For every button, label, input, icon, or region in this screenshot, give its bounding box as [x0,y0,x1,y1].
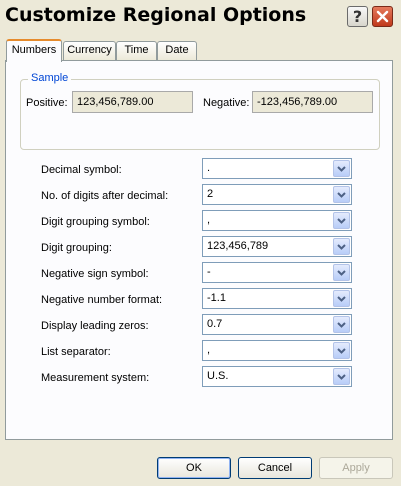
digit-grouping-symbol-combo[interactable]: , [202,210,352,231]
sample-group [20,79,380,150]
help-icon: ? [352,7,363,26]
tab-time[interactable]: Time [116,41,157,60]
list-separator-combo[interactable]: , [202,340,352,361]
close-icon [376,10,389,23]
negative-number-format-value: -1.1 [207,292,226,304]
dropdown-arrow-icon[interactable] [333,342,350,359]
leading-zeros-combo[interactable]: 0.7 [202,314,352,335]
digit-grouping-symbol-label: Digit grouping symbol: [41,216,150,228]
tab-bar: Numbers Currency Time Date [6,39,396,62]
digit-grouping-label: Digit grouping: [41,242,112,254]
dropdown-arrow-icon[interactable] [333,186,350,203]
positive-sample-field: 123,456,789.00 [72,91,193,113]
digits-after-decimal-label: No. of digits after decimal: [41,190,169,202]
dropdown-arrow-icon[interactable] [333,212,350,229]
measurement-system-value: U.S. [207,370,229,382]
negative-number-format-combo[interactable]: -1.1 [202,288,352,309]
dropdown-arrow-icon[interactable] [333,290,350,307]
digits-after-decimal-value: 2 [207,188,214,200]
list-separator-value: , [207,344,211,356]
decimal-symbol-combo[interactable]: . [202,158,352,179]
digit-grouping-symbol-value: , [207,214,211,226]
digit-grouping-value: 123,456,789 [207,240,269,252]
tab-numbers[interactable]: Numbers [6,39,62,62]
negative-sign-symbol-combo[interactable]: - [202,262,352,283]
help-button[interactable]: ? [347,6,368,27]
apply-button[interactable]: Apply [319,457,393,479]
tab-currency[interactable]: Currency [63,41,116,60]
negative-number-format-label: Negative number format: [41,294,163,306]
ok-button[interactable]: OK [157,457,231,479]
window-title: Customize Regional Options [5,4,307,26]
list-separator-label: List separator: [41,346,111,358]
leading-zeros-label: Display leading zeros: [41,320,149,332]
digit-grouping-combo[interactable]: 123,456,789 [202,236,352,257]
leading-zeros-value: 0.7 [207,318,223,330]
dropdown-arrow-icon[interactable] [333,368,350,385]
tab-date[interactable]: Date [157,41,197,60]
positive-label: Positive: [26,97,68,109]
dropdown-arrow-icon[interactable] [333,264,350,281]
negative-sign-symbol-value: - [207,266,211,278]
dropdown-arrow-icon[interactable] [333,316,350,333]
decimal-symbol-label: Decimal symbol: [41,164,122,176]
negative-label: Negative: [203,97,250,109]
title-bar: Customize Regional Options ? [0,0,401,34]
negative-sign-symbol-label: Negative sign symbol: [41,268,149,280]
negative-sample-field: -123,456,789.00 [252,91,373,113]
dropdown-arrow-icon[interactable] [333,160,350,177]
measurement-system-combo[interactable]: U.S. [202,366,352,387]
close-button[interactable] [372,6,393,27]
measurement-system-label: Measurement system: [41,372,150,384]
cancel-button[interactable]: Cancel [238,457,312,479]
sample-group-label: Sample [28,72,72,84]
decimal-symbol-value: . [207,162,211,174]
digits-after-decimal-combo[interactable]: 2 [202,184,352,205]
dropdown-arrow-icon[interactable] [333,238,350,255]
